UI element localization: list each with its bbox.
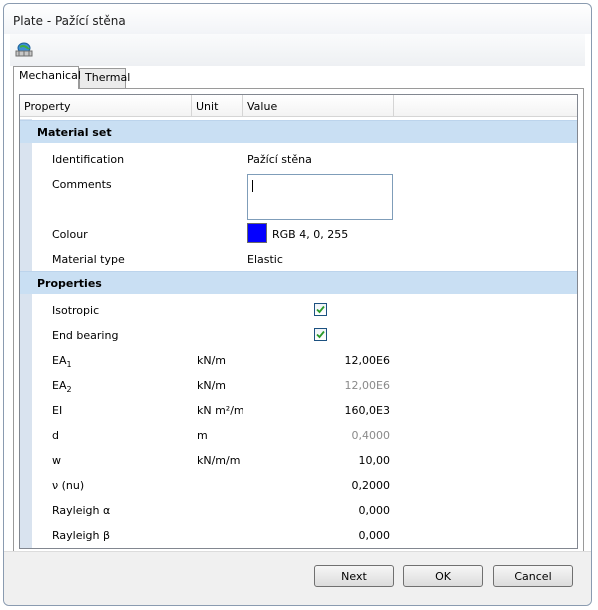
property-label: w [52, 454, 61, 467]
colour-text: RGB 4, 0, 255 [272, 228, 349, 241]
colour-swatch[interactable] [247, 223, 267, 243]
tab-strip: Mechanical Thermal [13, 66, 582, 89]
ea2-value: 12,00E6 [243, 372, 394, 397]
dialog-footer: Next OK Cancel [4, 551, 591, 605]
property-grid: Property Unit Value Material set Identif… [19, 94, 578, 549]
header-unit[interactable]: Unit [192, 95, 243, 117]
row-colour[interactable]: Colour RGB 4, 0, 255 [20, 221, 577, 246]
row-rayleigh-alpha[interactable]: Rayleigh α 0,000 [20, 497, 577, 522]
unit-label: kN/m/m [197, 454, 241, 467]
row-rayleigh-beta[interactable]: Rayleigh β 0,000 [20, 522, 577, 547]
row-d[interactable]: d m 0,4000 [20, 422, 577, 447]
tab-thermal[interactable]: Thermal [79, 68, 130, 88]
property-label: Colour [52, 228, 88, 241]
row-identification[interactable]: Identification Pažící stěna [20, 146, 577, 171]
d-value: 0,4000 [243, 422, 394, 447]
section-title: Properties [37, 277, 102, 290]
checkmark-icon [316, 330, 325, 339]
rayleigh-alpha-value[interactable]: 0,000 [243, 497, 394, 522]
title-bar[interactable]: Plate - Pažící stěna [4, 4, 591, 34]
unit-label: kN m²/m [197, 404, 245, 417]
comments-field[interactable] [247, 174, 393, 220]
row-ei[interactable]: EI kN m²/m 160,0E3 [20, 397, 577, 422]
property-label: EI [52, 404, 63, 417]
row-comments[interactable]: Comments [20, 171, 577, 221]
row-ea1[interactable]: EA1 kN/m 12,00E6 [20, 347, 577, 372]
property-label: Comments [52, 178, 112, 191]
text-caret [252, 180, 253, 192]
row-w[interactable]: w kN/m/m 10,00 [20, 447, 577, 472]
isotropic-checkbox[interactable] [314, 303, 327, 316]
property-label: Rayleigh α [52, 504, 111, 517]
tab-panel-mechanical: Property Unit Value Material set Identif… [13, 88, 584, 555]
property-label: Material type [52, 253, 125, 266]
section-material-set[interactable]: Material set [20, 120, 577, 143]
w-value[interactable]: 10,00 [243, 447, 394, 472]
ei-value[interactable]: 160,0E3 [243, 397, 394, 422]
material-database-icon[interactable] [14, 40, 34, 58]
section-title: Material set [37, 126, 112, 139]
row-isotropic[interactable]: Isotropic [20, 297, 577, 322]
colour-value[interactable]: RGB 4, 0, 255 [243, 221, 394, 246]
row-end-bearing[interactable]: End bearing [20, 322, 577, 347]
ok-button[interactable]: OK [403, 565, 483, 587]
header-value[interactable]: Value [243, 95, 394, 117]
property-label: Rayleigh β [52, 529, 111, 542]
property-label: d [52, 429, 59, 442]
property-label: ν (nu) [52, 479, 85, 492]
section-properties[interactable]: Properties [20, 271, 577, 294]
identification-value[interactable]: Pažící stěna [243, 146, 394, 171]
row-ea2[interactable]: EA2 kN/m 12,00E6 [20, 372, 577, 397]
plate-dialog: Plate - Pažící stěna Mechanical Thermal … [3, 3, 592, 606]
ea1-value[interactable]: 12,00E6 [243, 347, 394, 372]
property-label: End bearing [52, 329, 119, 342]
checkmark-icon [316, 305, 325, 314]
property-label: Identification [52, 153, 125, 166]
cancel-button[interactable]: Cancel [493, 565, 573, 587]
property-label: Isotropic [52, 304, 100, 317]
next-button[interactable]: Next [314, 565, 394, 587]
tab-mechanical[interactable]: Mechanical [13, 66, 81, 89]
end-bearing-checkbox[interactable] [314, 328, 327, 341]
grid-header: Property Unit Value [20, 95, 577, 117]
rayleigh-beta-value[interactable]: 0,000 [243, 522, 394, 547]
unit-label: m [197, 429, 208, 442]
row-nu[interactable]: ν (nu) 0,2000 [20, 472, 577, 497]
row-material-type[interactable]: Material type Elastic [20, 246, 577, 271]
property-label: EA2 [52, 379, 72, 394]
unit-label: kN/m [197, 379, 227, 392]
window-title: Plate - Pažící stěna [13, 14, 126, 28]
unit-label: kN/m [197, 354, 227, 367]
material-type-value[interactable]: Elastic [243, 246, 394, 271]
toolbar [10, 34, 585, 66]
header-property[interactable]: Property [20, 95, 192, 117]
nu-value[interactable]: 0,2000 [243, 472, 394, 497]
property-label: EA1 [52, 354, 72, 369]
